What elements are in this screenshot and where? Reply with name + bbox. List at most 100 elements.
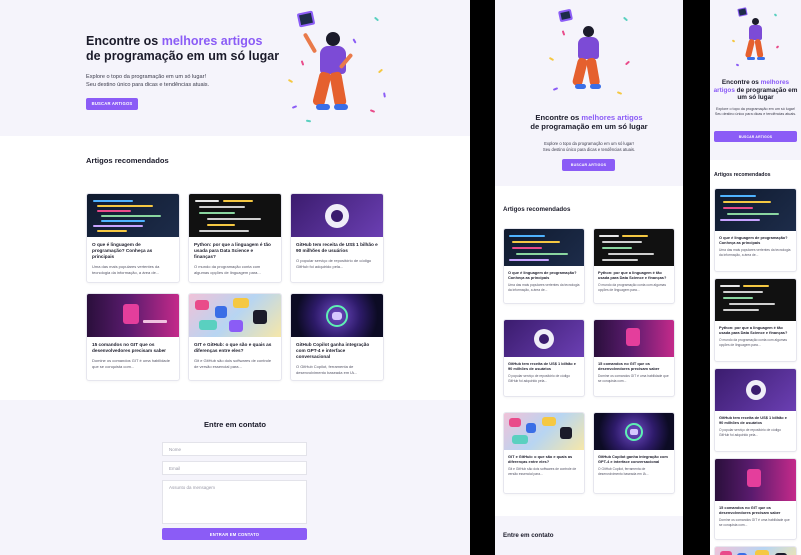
article-excerpt: Git e GitHub são dois softwares de contr… [194, 358, 272, 370]
article-card[interactable]: Python: por que a linguagem é tão usada … [593, 228, 675, 304]
article-thumbnail [715, 189, 796, 231]
article-title: O que é linguagem de programação? Conheç… [508, 270, 577, 281]
articles-section: Artigos recomendados O que é linguagem d… [710, 160, 801, 555]
articles-section: Artigos recomendados O que é linguagem d… [495, 186, 683, 516]
article-title: GIT e GitHub: o que são e quais as difer… [508, 454, 573, 465]
contact-title: Entre em contato [203, 420, 267, 429]
article-thumbnail [715, 369, 796, 411]
article-card[interactable]: GitHub Copilot ganha integração com GPT-… [593, 412, 675, 494]
article-card[interactable]: GitHub Copilot ganha integração com GPT-… [290, 293, 384, 381]
article-excerpt: Domine os comandos GIT é uma habilidade … [719, 518, 790, 527]
article-excerpt: Uma das mais populares vertentes da tecn… [719, 248, 791, 257]
article-thumbnail [594, 229, 674, 266]
hero-section: Encontre os melhores artigos de programa… [0, 0, 470, 136]
mobile-viewport: Encontre os melhores artigos de programa… [710, 0, 801, 555]
hero-illustration [282, 10, 392, 128]
article-card[interactable]: O que é linguagem de programação? Conheç… [714, 188, 797, 272]
article-card[interactable]: 15 comandos no GIT que os desenvolvedore… [86, 293, 180, 381]
articles-title: Artigos recomendados [714, 172, 771, 178]
name-field[interactable]: Nome [162, 442, 307, 456]
hero-title: Encontre os melhores artigos de programa… [86, 34, 280, 63]
article-title: GitHub tem receita de US$ 1 bilhão e 90 … [508, 361, 576, 372]
article-excerpt: O GitHub Copilot, ferramenta de desenvol… [598, 467, 649, 476]
hero-title: Encontre os melhores artigos de programa… [713, 79, 798, 102]
message-field[interactable]: Assunto da mensagem [162, 480, 307, 524]
article-thumbnail [715, 459, 796, 501]
article-title: GitHub tem receita de US$ 1 bilhão e 90 … [719, 415, 787, 426]
search-articles-button[interactable]: BUSCAR ARTIGOS [562, 159, 615, 171]
copilot-logo-icon [326, 304, 348, 327]
article-card[interactable]: GIT e GitHub: o que são e quais as difer… [188, 293, 282, 381]
article-title: Python: por que a linguagem é tão usada … [598, 270, 667, 281]
article-excerpt: Domine os comandos GIT é uma habilidade … [92, 358, 170, 370]
contact-title: Entre em contato [503, 532, 554, 539]
article-title: Python: por que a linguagem é tão usada … [719, 325, 788, 336]
copilot-logo-icon [625, 422, 643, 441]
hero-subtitle: Explore o topo da programação em um só l… [86, 73, 210, 88]
search-articles-button[interactable]: BUSCAR ARTIGOS [714, 131, 797, 142]
hero-section: Encontre os melhores artigos de programa… [710, 0, 801, 160]
github-logo-icon [534, 328, 554, 349]
search-articles-button[interactable]: BUSCAR ARTIGOS [86, 97, 138, 110]
article-thumbnail [715, 547, 796, 555]
article-title: Python: por que a linguagem é tão usada … [194, 242, 271, 260]
article-excerpt: O mundo da programação conta com algumas… [598, 283, 666, 292]
article-excerpt: O mundo da programação conta com algumas… [194, 264, 261, 276]
article-card[interactable]: Python: por que a linguagem é tão usada … [714, 278, 797, 362]
article-title: 15 comandos no GIT que os desenvolvedore… [92, 342, 166, 354]
article-card[interactable]: GitHub tem receita de US$ 1 bilhão e 90 … [290, 193, 384, 283]
article-excerpt: Uma das mais populares vertentes da tecn… [92, 264, 160, 276]
article-thumbnail [189, 194, 281, 237]
articles-title: Artigos recomendados [503, 206, 571, 213]
git-logo-icon [626, 328, 640, 346]
articles-title: Artigos recomendados [86, 156, 169, 165]
article-title: O que é linguagem de programação? Conheç… [719, 235, 788, 246]
article-thumbnail [189, 294, 281, 337]
article-card[interactable]: GitHub tem receita de US$ 1 bilhão e 90 … [714, 368, 797, 452]
article-thumbnail [87, 294, 179, 337]
article-thumbnail [504, 229, 584, 266]
article-thumbnail [594, 320, 674, 357]
article-title: GitHub tem receita de US$ 1 bilhão e 90 … [296, 242, 378, 254]
desktop-viewport: Encontre os melhores artigos de programa… [0, 0, 470, 555]
article-excerpt: O popular serviço de repositório de códi… [296, 258, 372, 270]
hero-subtitle: Explore o topo da programação em um só l… [542, 141, 636, 153]
hero-title: Encontre os melhores artigos de programa… [530, 113, 648, 131]
tablet-viewport: Encontre os melhores artigos de programa… [495, 0, 683, 555]
article-excerpt: Git e GitHub são dois softwares de contr… [508, 467, 577, 476]
email-field[interactable]: Email [162, 461, 307, 475]
article-thumbnail [291, 194, 383, 237]
hero-subtitle: Explore o topo da programação em um só l… [714, 107, 797, 117]
article-card[interactable]: O que é linguagem de programação? Conheç… [86, 193, 180, 283]
github-logo-icon [745, 380, 766, 400]
responsive-preview-stage: Encontre os melhores artigos de programa… [0, 0, 801, 555]
article-card[interactable]: 15 comandos no GIT que os desenvolvedore… [593, 319, 675, 397]
contact-section: Entre em contato Nome Email Assunto da m… [0, 400, 470, 555]
article-card[interactable] [714, 546, 797, 555]
article-card[interactable]: GitHub tem receita de US$ 1 bilhão e 90 … [503, 319, 585, 397]
article-thumbnail [291, 294, 383, 337]
hero-illustration [730, 6, 782, 72]
article-title: O que é linguagem de programação? Conheç… [92, 242, 153, 260]
article-card[interactable]: O que é linguagem de programação? Conheç… [503, 228, 585, 304]
contact-submit-button[interactable]: ENTRAR EM CONTATO [162, 528, 307, 540]
article-thumbnail [504, 320, 584, 357]
article-excerpt: O mundo da programação conta com algumas… [719, 338, 787, 347]
article-title: 15 comandos no GIT que os desenvolvedore… [719, 505, 781, 516]
article-excerpt: O GitHub Copilot, ferramenta de desenvol… [296, 364, 358, 376]
hero-section: Encontre os melhores artigos de programa… [495, 0, 683, 186]
contact-section: Entre em contato [495, 516, 683, 555]
git-logo-icon [747, 469, 761, 487]
article-excerpt: Uma das mais populares vertentes da tecn… [508, 283, 580, 292]
article-title: GitHub Copilot ganha integração com GPT-… [296, 342, 370, 360]
article-card[interactable]: Python: por que a linguagem é tão usada … [188, 193, 282, 283]
article-card[interactable]: 15 comandos no GIT que os desenvolvedore… [714, 458, 797, 540]
article-card[interactable]: GIT e GitHub: o que são e quais as difer… [503, 412, 585, 494]
article-title: GitHub Copilot ganha integração com GPT-… [598, 454, 668, 465]
article-thumbnail [504, 413, 584, 450]
article-thumbnail [87, 194, 179, 237]
articles-section: Artigos recomendados O que é linguagem d… [0, 136, 470, 400]
article-thumbnail [594, 413, 674, 450]
github-logo-icon [325, 203, 349, 228]
git-logo-icon [123, 304, 139, 324]
